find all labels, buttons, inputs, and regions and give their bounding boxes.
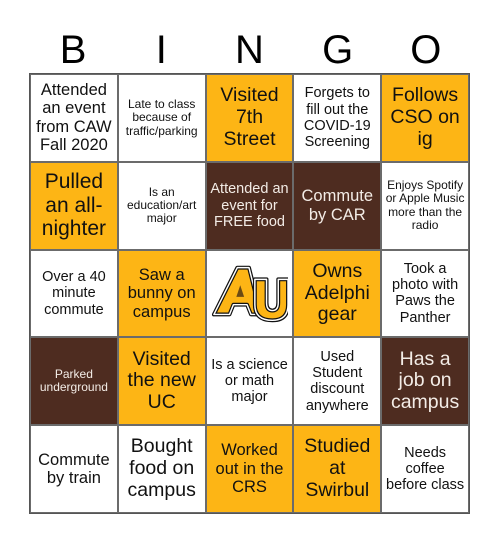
bingo-cell[interactable]: Pulled an all-nighter [30, 161, 118, 250]
bingo-cell[interactable]: Visited 7th Street [205, 74, 294, 162]
header-letter-o: O [410, 28, 442, 72]
bingo-cell[interactable]: Is a science or math major [205, 337, 294, 426]
bingo-cell[interactable]: Attended an event for FREE food [205, 161, 294, 250]
header-letter-n: N [235, 28, 264, 72]
header-letter-i: I [155, 28, 167, 72]
bingo-cell[interactable]: Commute by CAR [293, 161, 382, 250]
bingo-cell[interactable]: Follows CSO on ig [381, 74, 469, 162]
bingo-cell[interactable]: Over a 40 minute commute [30, 249, 118, 338]
bingo-cell[interactable]: Owns Adelphi gear [293, 249, 382, 338]
bingo-cell[interactable]: Saw a bunny on campus [117, 249, 206, 338]
bingo-cell[interactable]: Forgets to fill out the COVID-19 Screeni… [293, 74, 382, 162]
au-logo-icon [212, 266, 289, 323]
bingo-cell[interactable]: Has a job on campus [381, 337, 469, 426]
bingo-cell[interactable]: Late to class because of traffic/parking [117, 74, 206, 162]
bingo-cell[interactable]: Visited the new UC [117, 337, 206, 426]
header-letter-b: B [59, 28, 87, 72]
bingo-header: B I N G O [29, 28, 470, 72]
bingo-cell[interactable]: Studied at Swirbul [293, 425, 382, 513]
bingo-grid: Attended an event from CAW Fall 2020 Lat… [29, 73, 470, 514]
header-letter-g: G [322, 28, 354, 72]
bingo-cell[interactable]: Enjoys Spotify or Apple Music more than … [381, 161, 469, 250]
bingo-cell[interactable]: Worked out in the CRS [205, 425, 294, 513]
bingo-cell[interactable]: Used Student discount anywhere [293, 337, 382, 426]
bingo-cell[interactable]: Parked underground [30, 337, 118, 426]
bingo-cell[interactable]: Needs coffee before class [381, 425, 469, 513]
bingo-cell[interactable]: Commute by train [30, 425, 118, 513]
bingo-cell[interactable]: Took a photo with Paws the Panther [381, 249, 469, 338]
bingo-cell[interactable]: Attended an event from CAW Fall 2020 [30, 74, 118, 162]
bingo-cell[interactable]: Is an education/art major [117, 161, 206, 250]
free-space-cell[interactable] [205, 249, 294, 338]
bingo-cell[interactable]: Bought food on campus [117, 425, 206, 513]
